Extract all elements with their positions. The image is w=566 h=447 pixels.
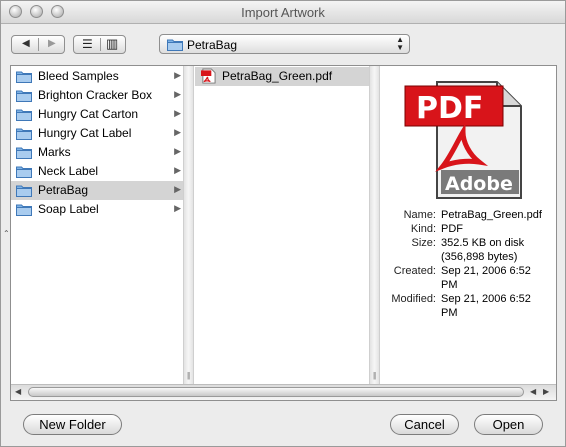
folder-row-label: Bleed Samples [38, 69, 119, 83]
forward-button[interactable]: ▶ [48, 38, 56, 49]
created-key: Created: [393, 265, 436, 277]
sidebar-resize-icon[interactable]: ⌃ [3, 229, 10, 238]
folder-row-label: Marks [38, 145, 71, 159]
modified-key: Modified: [391, 293, 436, 305]
folder-row-label: Neck Label [38, 164, 99, 178]
scroll-right-icon[interactable]: ▶ [543, 387, 549, 396]
pdf-document-icon: PDF Adobe [404, 81, 522, 199]
column-view-button[interactable]: ▥ [106, 36, 118, 52]
location-popup-label: PetraBag [187, 38, 238, 52]
size-bytes-value: (356,898 bytes) [441, 251, 518, 263]
folder-row[interactable]: Brighton Cracker Box ▶ [11, 86, 183, 105]
size-value: 352.5 KB on disk [441, 237, 525, 249]
disclosure-arrow-icon: ▶ [174, 89, 181, 99]
folder-icon [167, 39, 183, 51]
disclosure-arrow-icon: ▶ [174, 184, 181, 194]
folder-row[interactable]: Bleed Samples ▶ [11, 67, 183, 86]
kind-key: Kind: [410, 223, 436, 235]
folder-row-label: Hungry Cat Label [38, 126, 132, 140]
modified-value: Sep 21, 2006 6:52 [441, 293, 531, 305]
list-view-button[interactable]: ☰ [82, 37, 93, 51]
folder-icon [16, 147, 32, 159]
name-key: Name: [403, 209, 436, 221]
folder-row[interactable]: Neck Label ▶ [11, 162, 183, 181]
folder-row[interactable]: PetraBag ▶ [11, 181, 183, 200]
horizontal-scrollbar[interactable]: ◀ ◀ ▶ [11, 384, 556, 400]
column-resize-handle[interactable]: || [183, 66, 194, 384]
scroll-left-icon[interactable]: ◀ [530, 387, 536, 396]
open-button[interactable]: Open [474, 414, 543, 435]
modified-time-value: PM [441, 307, 458, 319]
folder-row-label: Hungry Cat Carton [38, 107, 139, 121]
disclosure-arrow-icon: ▶ [174, 146, 181, 156]
size-key: Size: [411, 237, 436, 249]
title-bar[interactable]: Import Artwork [1, 1, 565, 24]
folder-icon [16, 166, 32, 178]
cancel-button[interactable]: Cancel [390, 414, 459, 435]
folder-icon [16, 204, 32, 216]
window-title: Import Artwork [241, 5, 325, 20]
disclosure-arrow-icon: ▶ [174, 70, 181, 80]
disclosure-arrow-icon: ▶ [174, 127, 181, 137]
disclosure-arrow-icon: ▶ [174, 203, 181, 213]
folder-row-label: Brighton Cracker Box [38, 88, 153, 102]
import-artwork-window: Import Artwork ◀ ▶ ☰ ▥ PetraBag ▲ ▼ Bleed… [0, 0, 566, 447]
created-value: Sep 21, 2006 6:52 [441, 265, 531, 277]
file-row[interactable]: PetraBag_Green.pdf [195, 67, 369, 86]
view-mode-control: ☰ ▥ [73, 35, 126, 54]
folder-icon [16, 109, 32, 121]
folder-row[interactable]: Marks ▶ [11, 143, 183, 162]
folder-icon [16, 90, 32, 102]
folder-icon [16, 128, 32, 140]
disclosure-arrow-icon: ▶ [174, 108, 181, 118]
back-forward-control: ◀ ▶ [11, 35, 65, 54]
scroll-left-icon[interactable]: ◀ [15, 387, 21, 396]
folder-icon [16, 185, 32, 197]
disclosure-arrow-icon: ▶ [174, 165, 181, 175]
folder-column: Bleed Samples ▶ Brighton Cracker Box ▶ Hungr… [11, 66, 183, 384]
pdf-file-icon [201, 68, 216, 84]
folder-row[interactable]: Hungry Cat Carton ▶ [11, 105, 183, 124]
folder-icon [16, 71, 32, 83]
back-button[interactable]: ◀ [22, 38, 30, 49]
kind-value: PDF [441, 223, 463, 235]
new-folder-button[interactable]: New Folder [23, 414, 122, 435]
svg-text:Adobe: Adobe [445, 173, 513, 195]
file-column: PetraBag_Green.pdf [195, 66, 369, 384]
location-popup[interactable]: PetraBag ▲ ▼ [159, 34, 410, 54]
name-value: PetraBag_Green.pdf [441, 209, 542, 221]
scrollbar-thumb[interactable] [28, 387, 524, 397]
folder-row-label: PetraBag [38, 183, 89, 197]
folder-row[interactable]: Soap Label ▶ [11, 200, 183, 219]
created-time-value: PM [441, 279, 458, 291]
folder-row[interactable]: Hungry Cat Label ▶ [11, 124, 183, 143]
svg-text:PDF: PDF [416, 91, 483, 126]
file-row-label: PetraBag_Green.pdf [222, 69, 333, 83]
popup-arrows-icon: ▲ ▼ [396, 35, 404, 52]
folder-row-label: Soap Label [38, 202, 99, 216]
